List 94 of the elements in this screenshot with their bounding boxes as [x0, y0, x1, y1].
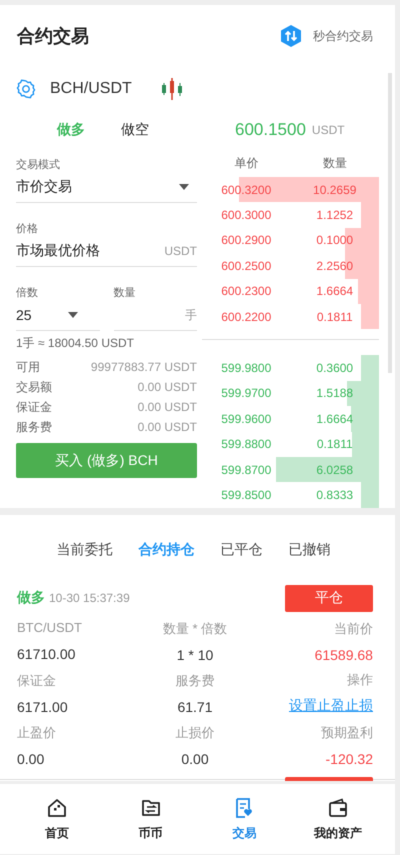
summary-value: 0.00 USDT [138, 380, 197, 394]
nav-item[interactable]: 币币 [116, 796, 186, 842]
order-amount: 6.0258 [316, 462, 354, 477]
field-label: 数量 [114, 286, 136, 300]
summary-value: 0.00 USDT [138, 420, 197, 434]
summary-label: 服务费 [16, 418, 52, 436]
nav-item[interactable]: 交易 [209, 796, 280, 842]
order-price[interactable]: 600.2300 [221, 284, 272, 298]
order-amount: 0.8333 [316, 488, 354, 502]
settings-icon[interactable] [16, 79, 36, 99]
side-tab[interactable]: 做多 [57, 121, 85, 139]
order-price[interactable]: 599.9800 [221, 361, 272, 376]
swap-icon[interactable] [279, 24, 303, 48]
nav-label: 交易 [232, 824, 256, 842]
order-amount: 1.6664 [316, 284, 354, 298]
page-title: 合约交易 [17, 25, 89, 48]
order-amount: 0.1000 [316, 233, 354, 248]
summary-value: 0.00 USDT [138, 400, 197, 414]
order-tab[interactable]: 已撤销 [288, 541, 330, 559]
price-field[interactable]: 市场最优价格 USDT [16, 236, 197, 267]
order-amount: 1.1252 [316, 208, 354, 222]
leverage-select[interactable]: 25 [16, 300, 100, 331]
buy-button[interactable]: 买入 (做多) BCH [16, 443, 197, 478]
nav-label: 币币 [138, 824, 163, 842]
order-price[interactable]: 599.8500 [221, 488, 272, 502]
order-price[interactable]: 600.3000 [221, 208, 272, 222]
order-price[interactable]: 599.9600 [221, 412, 272, 426]
pair-symbol[interactable]: BCH/USDT [50, 80, 132, 98]
field-label: 预期盈利 [320, 724, 373, 742]
unit-label: USDT [164, 244, 197, 258]
position-time: 10-30 15:37:39 [49, 591, 130, 605]
order-tab[interactable]: 合约持仓 [138, 541, 194, 559]
field-label: 止损价 [175, 724, 214, 742]
field-label: 倍数 [16, 286, 39, 300]
summary-label: 可用 [16, 358, 40, 376]
order-amount: 1.6664 [316, 412, 354, 426]
order-amount: 10.2659 [313, 182, 356, 197]
nav-item[interactable]: 我的资产 [303, 796, 374, 842]
order-price[interactable]: 599.8800 [221, 437, 272, 452]
field-value: 1 * 10 [176, 646, 214, 662]
side-tab[interactable]: 做空 [121, 121, 149, 139]
field-label: 保证金 [17, 672, 57, 690]
field-value: 6171.00 [17, 698, 69, 714]
order-price[interactable]: 599.8700 [221, 462, 272, 477]
summary-value: 99977883.77 USDT [90, 360, 197, 374]
nav-label: 我的资产 [314, 824, 362, 842]
order-price[interactable]: 599.9700 [221, 386, 272, 400]
order-amount: 1.5188 [316, 386, 354, 400]
depth-bar [361, 304, 379, 330]
last-price: 600.1500 [235, 120, 306, 140]
field-label: BTC/USDT [17, 620, 83, 636]
wallet-icon [327, 796, 350, 818]
order-amount: 0.1811 [316, 310, 353, 324]
quick-trade-link[interactable]: 秒合约交易 [313, 28, 373, 44]
order-amount: 2.2560 [316, 258, 354, 273]
stop-settings-link[interactable]: 设置止盈止损 [288, 697, 373, 715]
field-value: 0.00 [17, 750, 46, 766]
field-value: 61589.68 [314, 646, 373, 662]
field-label: 操作 [346, 671, 373, 689]
order-tab[interactable]: 当前委托 [56, 541, 112, 559]
field-label: 止盈价 [17, 724, 57, 742]
summary-label: 交易额 [16, 378, 52, 396]
order-price[interactable]: 600.2200 [221, 310, 272, 324]
field-label: 数量 * 倍数 [162, 620, 228, 638]
summary-label: 保证金 [16, 398, 52, 416]
nav-label: 首页 [44, 824, 69, 842]
field-value: -120.32 [326, 750, 373, 766]
order-amount: 0.3600 [316, 361, 354, 376]
field-value: 61.71 [177, 698, 213, 714]
column-header: 数量 [322, 154, 348, 172]
caret-icon [68, 312, 78, 318]
caret-icon [179, 184, 189, 190]
unit-label: USDT [312, 123, 345, 137]
field-label: 价格 [16, 222, 39, 236]
quantity-field[interactable]: 手 [114, 300, 197, 331]
field-value: 0.00 [181, 750, 209, 766]
lot-note: 1手 ≈ 18004.50 USDT [16, 335, 135, 352]
home-icon [46, 796, 68, 818]
field-label: 当前价 [334, 620, 373, 638]
close-position-button[interactable]: 平仓 [285, 584, 373, 612]
order-price[interactable]: 600.2500 [221, 258, 272, 273]
candlestick-icon[interactable] [160, 77, 184, 101]
column-header: 单价 [233, 154, 260, 172]
order-tab[interactable]: 已平仓 [220, 541, 262, 559]
position-side: 做多 [17, 589, 45, 605]
field-value: 61710.00 [17, 646, 76, 662]
trade-mode-select[interactable]: 市价交易 [16, 172, 197, 203]
order-amount: 0.1811 [316, 437, 353, 452]
nav-item[interactable]: 首页 [22, 796, 92, 842]
unit-label: 手 [185, 306, 197, 324]
order-price[interactable]: 600.3200 [221, 182, 272, 197]
field-label: 服务费 [175, 672, 214, 690]
field-label: 交易模式 [16, 158, 61, 172]
order-price[interactable]: 600.2900 [221, 233, 272, 248]
